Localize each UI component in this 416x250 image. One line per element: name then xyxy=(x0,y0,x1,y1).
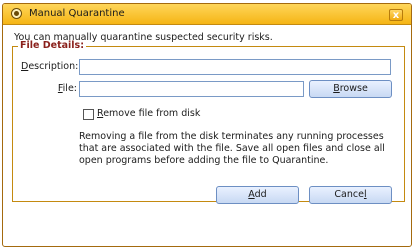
file-label: File: xyxy=(57,83,77,94)
group-legend: File Details: xyxy=(18,40,86,51)
cancel-button[interactable]: Cancel xyxy=(309,186,392,204)
manual-quarantine-dialog: Manual Quarantine x You can manually qua… xyxy=(2,3,412,247)
dialog-content: You can manually quarantine suspected se… xyxy=(12,32,405,246)
add-button[interactable]: Add xyxy=(216,186,299,204)
browse-button[interactable]: Browse xyxy=(309,80,392,98)
window-title: Manual Quarantine xyxy=(29,8,125,19)
close-button[interactable]: x xyxy=(389,9,403,21)
file-details-group: File Details: Description: File: Browse … xyxy=(12,40,405,202)
description-label: Description: xyxy=(21,61,79,72)
description-field[interactable] xyxy=(79,59,391,75)
title-bar[interactable]: Manual Quarantine x xyxy=(3,4,411,25)
remove-file-checkbox[interactable] xyxy=(83,109,94,120)
app-icon xyxy=(11,8,22,19)
removal-explanation: Removing a file from the disk terminates… xyxy=(79,131,385,166)
remove-file-label[interactable]: Remove file from disk xyxy=(97,108,200,119)
file-path-field[interactable] xyxy=(79,81,304,97)
